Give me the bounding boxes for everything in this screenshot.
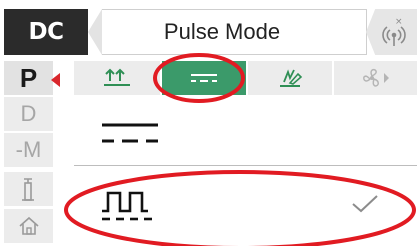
dc-pulse-icon <box>191 74 217 82</box>
sidebar-item-d[interactable]: D <box>4 97 53 131</box>
svg-text:×: × <box>395 17 403 27</box>
tab-electrode[interactable] <box>248 61 332 95</box>
tab-cooling[interactable] <box>334 61 417 95</box>
screen-title: Pulse Mode <box>163 19 281 44</box>
wireless-button[interactable]: × <box>366 9 417 55</box>
parameter-tabs <box>74 61 417 95</box>
sidebar-item-memory[interactable]: -M <box>4 133 53 167</box>
pulse-mode-screen: DC TIG Pulse Mode × P D -M <box>0 0 417 246</box>
wireless-signal-icon: × <box>382 17 406 46</box>
option-dc-standard[interactable] <box>74 97 417 163</box>
sidebar-item-label: -M <box>15 137 42 162</box>
active-indicator-arrow <box>51 73 60 87</box>
pulse-mode-options <box>74 97 417 246</box>
sidebar-item-label: D <box>20 101 37 126</box>
sidebar-item-p[interactable]: P <box>4 61 53 95</box>
chevron-left-icon[interactable] <box>88 9 102 55</box>
torch-icon <box>21 178 34 201</box>
arc-up-icon <box>104 68 130 86</box>
home-icon <box>18 216 39 235</box>
tab-arc-start[interactable] <box>74 61 160 95</box>
option-pulse[interactable] <box>74 167 417 246</box>
option-divider <box>74 165 417 166</box>
dc-standard-icon <box>102 123 158 143</box>
fan-icon <box>362 68 389 87</box>
sidebar-item-torch[interactable] <box>4 172 53 206</box>
sidebar-item-home[interactable] <box>4 209 53 243</box>
process-mode-label: DC TIG <box>4 9 88 91</box>
sidebar-item-label: P <box>19 63 38 93</box>
top-bar: DC TIG Pulse Mode × <box>0 0 417 91</box>
screen-title-bar: Pulse Mode <box>102 9 367 55</box>
electrode-hand-icon <box>280 69 303 87</box>
tab-dc-mode[interactable] <box>162 61 246 95</box>
pulse-wave-icon <box>102 191 152 221</box>
checkmark-icon <box>352 195 378 213</box>
left-sidebar: P D -M <box>4 61 53 246</box>
